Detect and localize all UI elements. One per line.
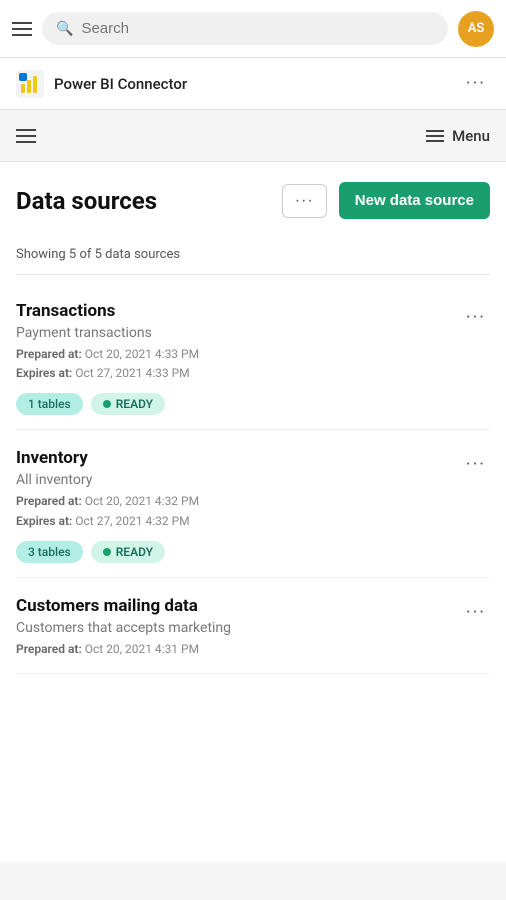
page-header: Data sources ··· New data source [16,162,490,235]
prepared-label: Prepared at: [16,642,82,656]
secondary-hamburger-icon[interactable] [16,129,36,143]
search-icon: 🔍 [56,21,73,37]
status-tag: READY [91,541,165,563]
datasource-title: Inventory [16,448,490,468]
powerbi-icon [16,70,44,98]
datasource-meta: Prepared at: Oct 20, 2021 4:31 PM [16,640,490,659]
datasource-meta: Prepared at: Oct 20, 2021 4:33 PMExpires… [16,345,490,383]
datasource-title: Customers mailing data [16,596,490,616]
item-more-button[interactable]: ··· [462,598,490,627]
search-input[interactable] [81,20,434,37]
expires-label: Expires at: [16,366,72,380]
summary-text: Showing 5 of 5 data sources [16,247,180,262]
datasource-item: Customers mailing data Customers that ac… [16,578,490,674]
page-content: Data sources ··· New data source Showing… [0,162,506,862]
tables-tag: 1 tables [16,393,83,415]
prepared-label: Prepared at: [16,347,82,361]
app-header: Power BI Connector ··· [0,58,506,110]
app-title: Power BI Connector [54,75,452,93]
status-dot [103,548,111,556]
datasource-subtitle: Customers that accepts marketing [16,620,490,636]
datasource-list: Transactions Payment transactions Prepar… [16,283,490,674]
prepared-label: Prepared at: [16,494,82,508]
item-more-button[interactable]: ··· [462,303,490,332]
app-more-button[interactable]: ··· [462,69,490,98]
datasource-subtitle: All inventory [16,472,490,488]
page-ellipsis-button[interactable]: ··· [282,184,327,218]
datasource-subtitle: Payment transactions [16,325,490,341]
new-data-source-button[interactable]: New data source [339,182,490,219]
menu-lines-icon [426,130,444,142]
menu-button[interactable]: Menu [426,127,490,145]
page-title: Data sources [16,187,270,215]
secondary-nav: Menu [0,110,506,162]
status-tag: READY [91,393,165,415]
item-more-button[interactable]: ··· [462,450,490,479]
tags-row: 3 tables READY [16,541,490,563]
datasource-item: Transactions Payment transactions Prepar… [16,283,490,430]
tables-tag: 3 tables [16,541,83,563]
summary-row: Showing 5 of 5 data sources [16,235,490,275]
top-bar: 🔍 AS [0,0,506,58]
avatar-initials: AS [468,21,485,36]
hamburger-menu-icon[interactable] [12,22,32,36]
menu-label: Menu [452,127,490,145]
expires-label: Expires at: [16,514,72,528]
search-bar[interactable]: 🔍 [42,12,448,45]
avatar[interactable]: AS [458,11,494,47]
status-dot [103,400,111,408]
datasource-meta: Prepared at: Oct 20, 2021 4:32 PMExpires… [16,492,490,530]
tags-row: 1 tables READY [16,393,490,415]
datasource-title: Transactions [16,301,490,321]
datasource-item: Inventory All inventory Prepared at: Oct… [16,430,490,577]
